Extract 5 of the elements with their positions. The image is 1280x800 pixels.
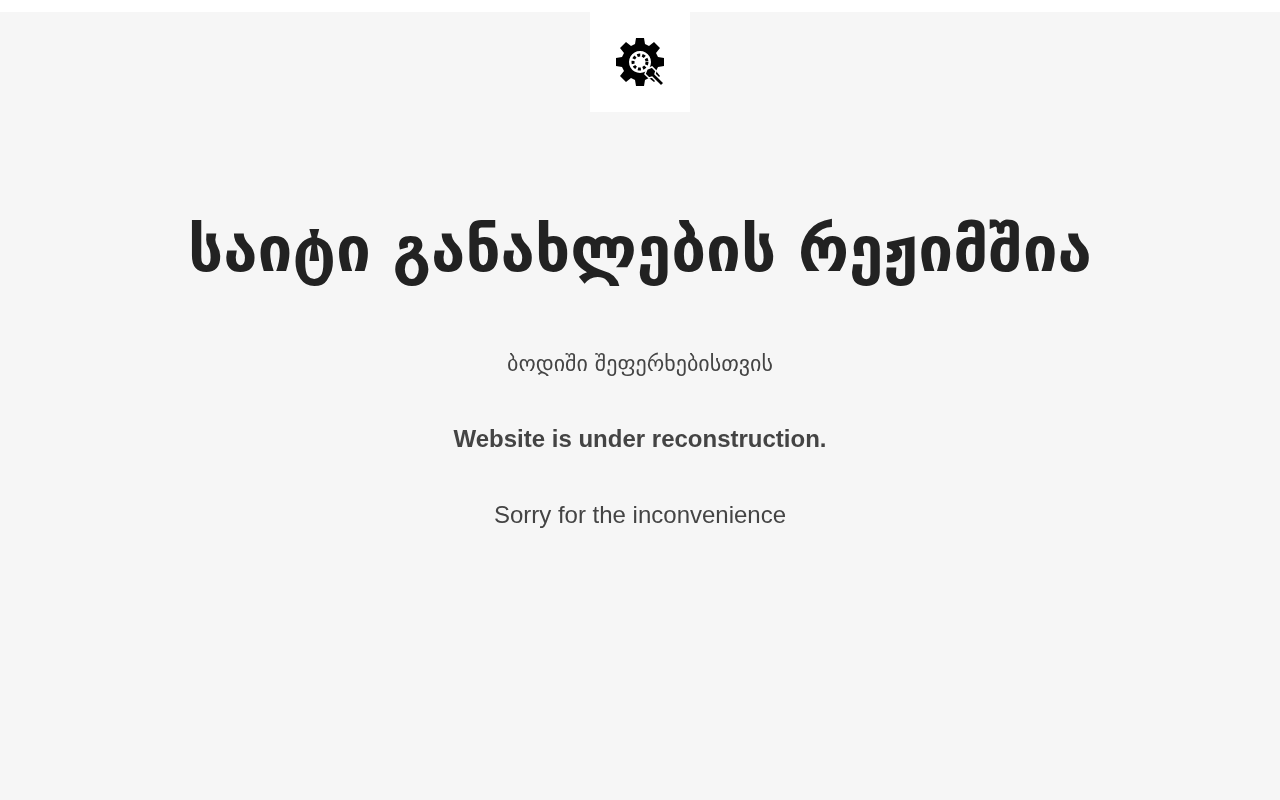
- gear-wrench-icon: [614, 36, 666, 88]
- notice-text: Website is under reconstruction.: [453, 426, 827, 451]
- apology-text: Sorry for the inconvenience: [493, 502, 787, 527]
- subheading: ბოდიში შეფერხებისთვის: [507, 352, 773, 375]
- page-heading: საიტი განახლების რეჟიმშია: [188, 212, 1092, 288]
